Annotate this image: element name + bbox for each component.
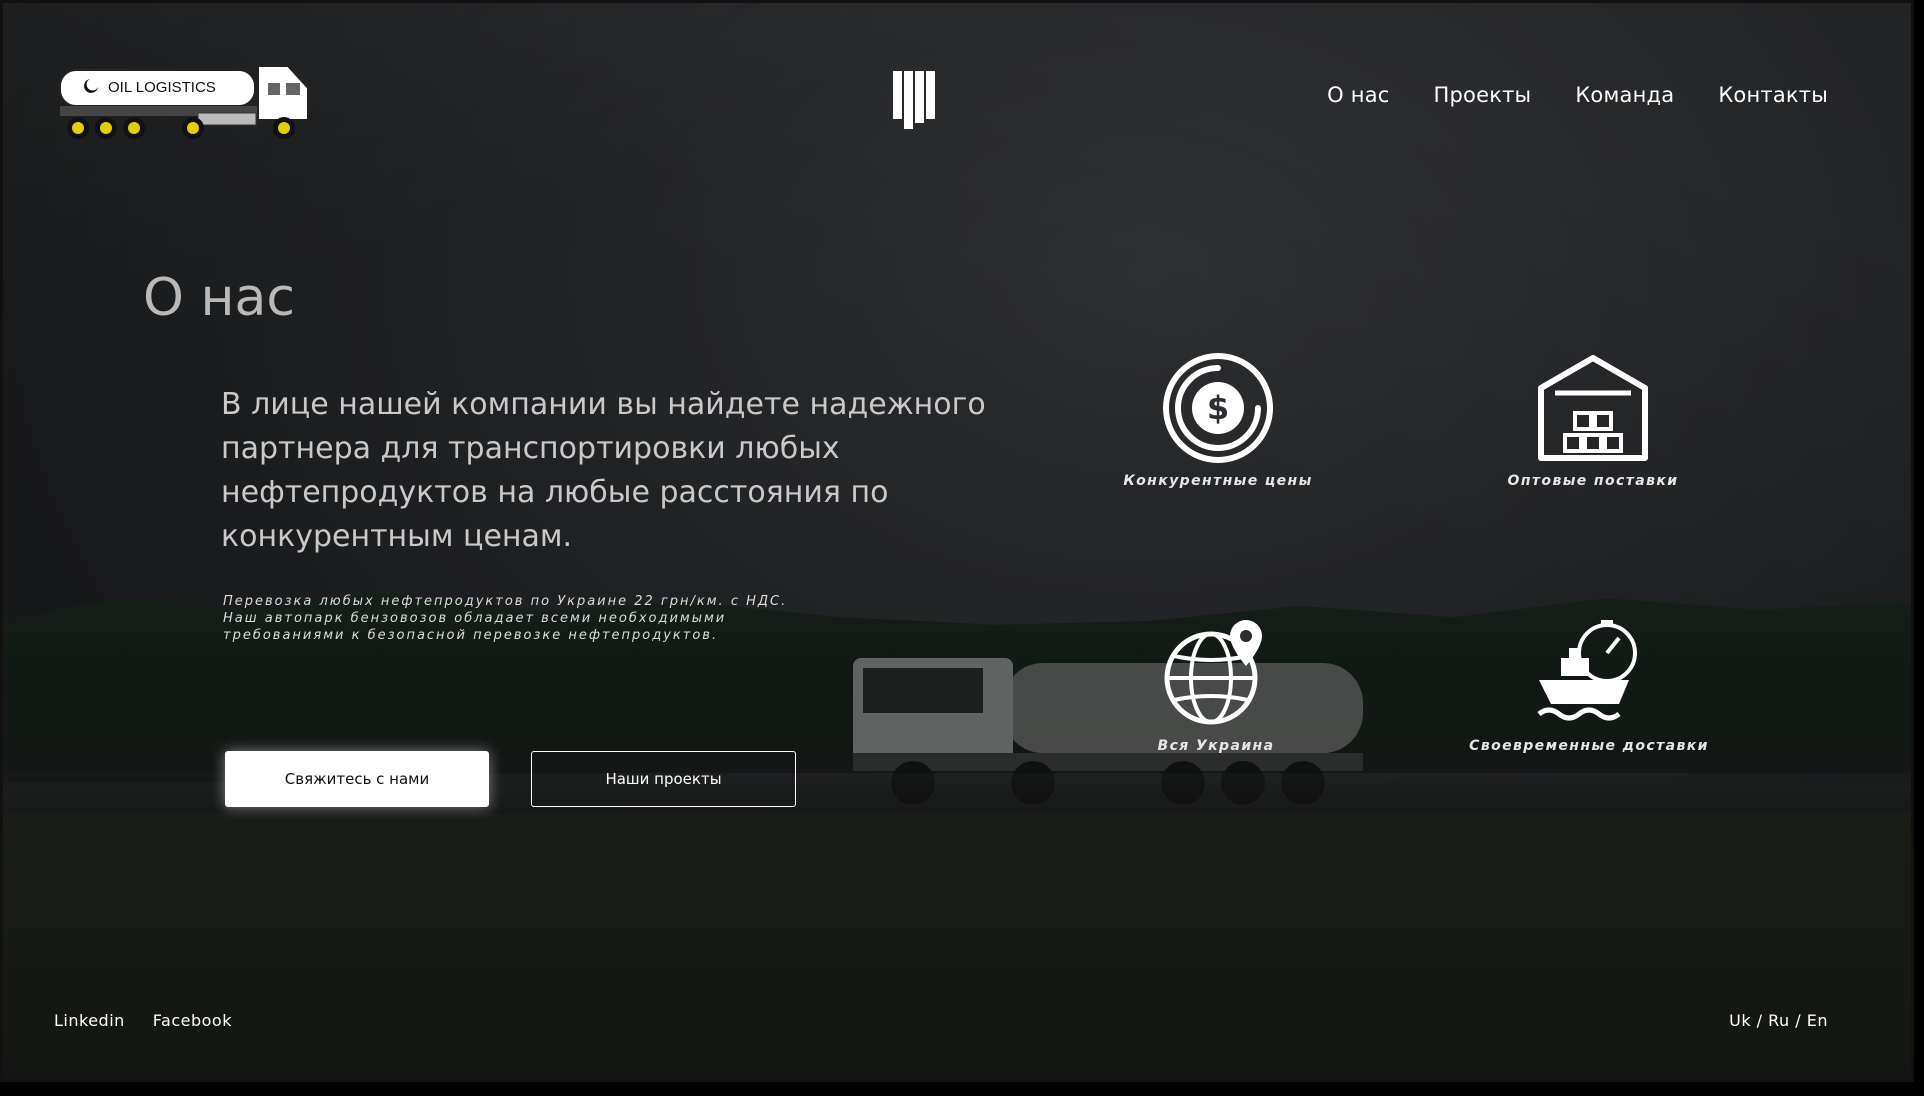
our-projects-button[interactable]: Наши проекты [531, 751, 796, 807]
linkedin-link[interactable]: Linkedin [54, 1011, 125, 1030]
feature-all-ukraine: Вся Украина [1086, 618, 1346, 754]
tanker-truck-logo-icon [59, 65, 309, 139]
nav-team[interactable]: Команда [1575, 83, 1674, 107]
feature-label: Конкурентные цены [1123, 473, 1313, 489]
feature-competitive-prices: $ Конкурентные цены [1088, 353, 1348, 489]
nav-about[interactable]: О нас [1327, 83, 1389, 107]
globe-pin-icon [1164, 620, 1262, 725]
nav-projects[interactable]: Проекты [1434, 83, 1532, 107]
main-nav: О нас Проекты Команда Контакты [1327, 83, 1828, 107]
lead-text: В лице нашей компании вы найдете надежно… [221, 387, 986, 554]
page-title: О нас [143, 268, 295, 328]
feature-label: Вся Украина [1157, 738, 1275, 754]
warehouse-icon [1538, 355, 1648, 461]
feature-timely-delivery: Своевременные доставки [1459, 618, 1719, 754]
ship-stopwatch-icon [1537, 620, 1637, 721]
nav-contacts[interactable]: Контакты [1718, 83, 1828, 107]
oil-logistics-logo[interactable]: OIL LOGISTICS [58, 58, 313, 143]
logo-text: OIL LOGISTICS [108, 79, 216, 96]
feature-label: Своевременные доставки [1469, 738, 1709, 754]
social-links: Linkedin Facebook [54, 1011, 232, 1030]
page-frame: OIL LOGISTICS О нас Проекты Команда Конт… [0, 0, 1914, 1082]
contact-us-button[interactable]: Свяжитесь с нами [225, 751, 489, 807]
svg-text:$: $ [1207, 389, 1229, 427]
details-text: Перевозка любых нефтепродуктов по Украин… [223, 594, 788, 643]
facebook-link[interactable]: Facebook [153, 1011, 232, 1030]
brand-mark-icon[interactable] [893, 71, 935, 131]
language-switcher[interactable]: Uk / Ru / En [1729, 1011, 1828, 1030]
dollar-circle-icon: $ [1163, 353, 1273, 463]
feature-wholesale: Оптовые поставки [1463, 353, 1723, 489]
feature-label: Оптовые поставки [1507, 473, 1679, 489]
